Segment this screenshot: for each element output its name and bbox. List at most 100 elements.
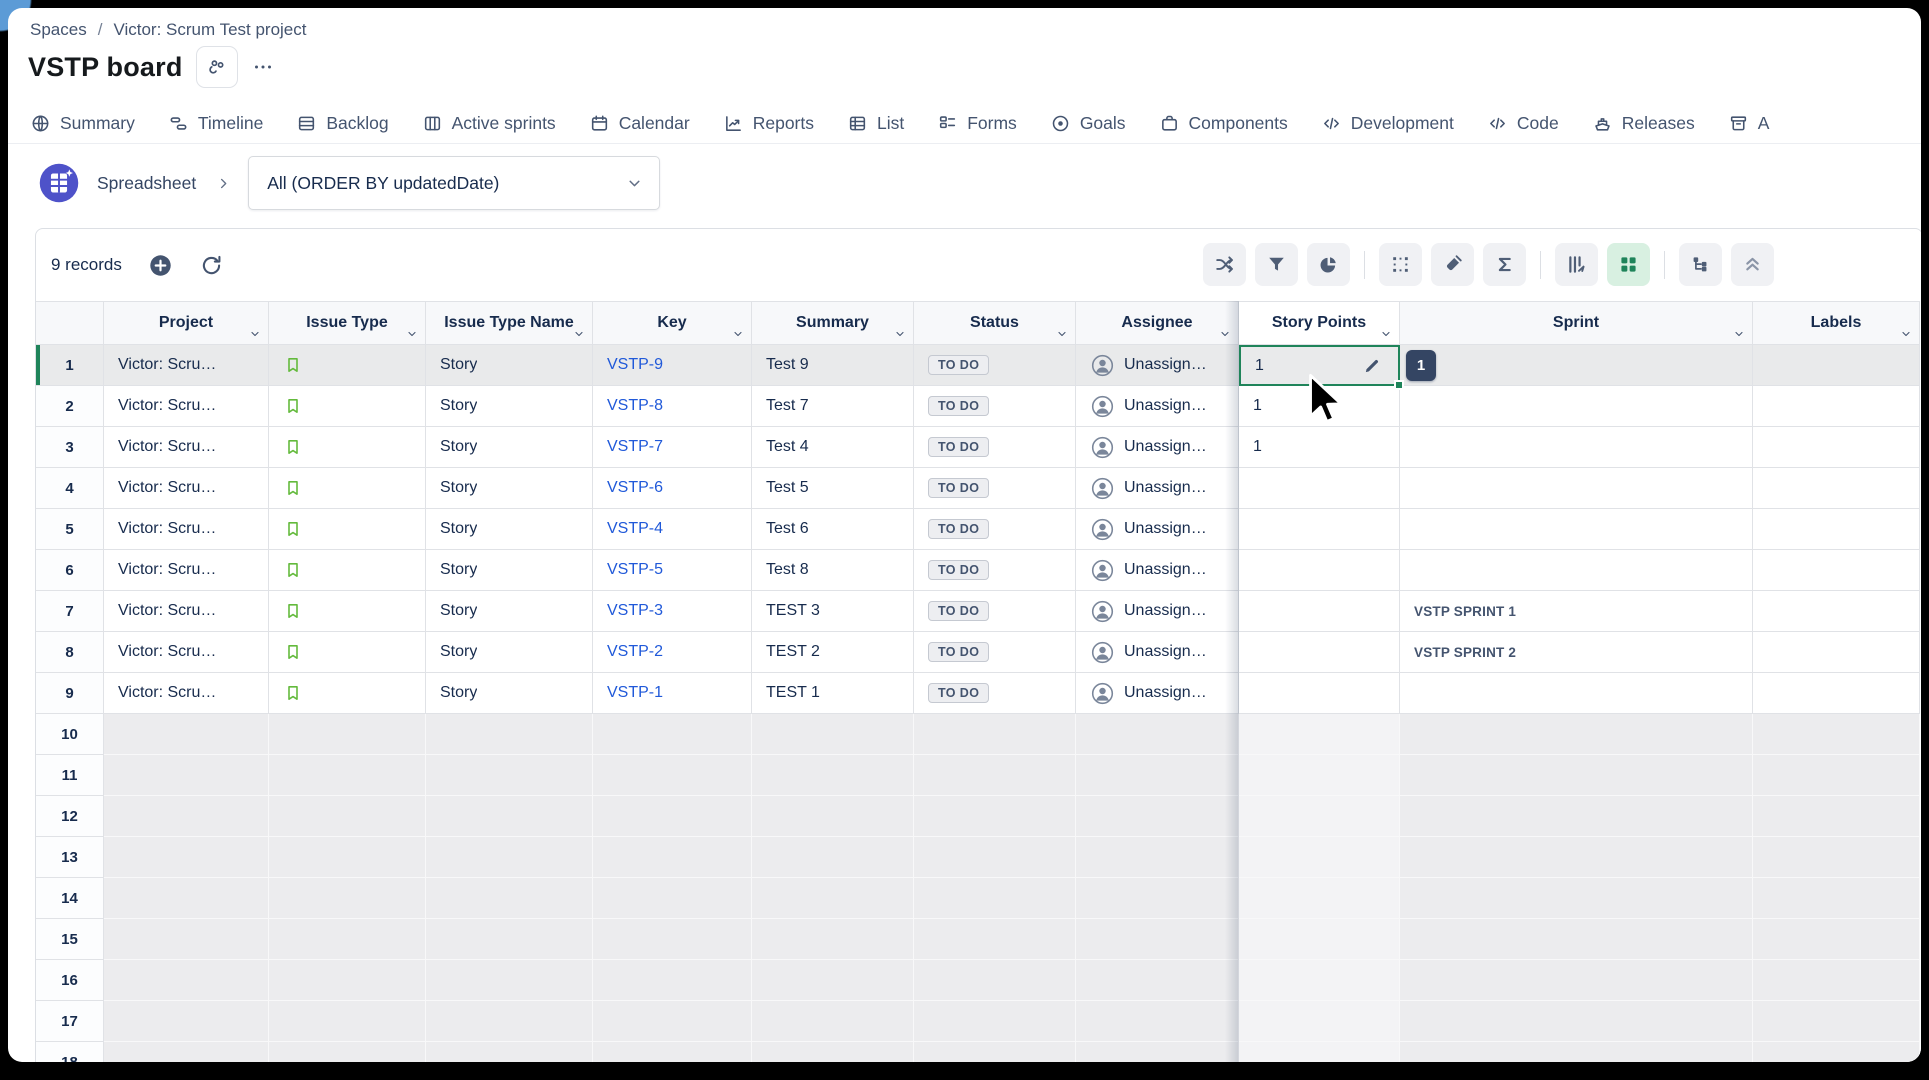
cell-summary-row-18[interactable] — [752, 1042, 914, 1062]
cell-issue_type-row-1[interactable] — [269, 345, 426, 386]
cell-assignee-row-9[interactable]: Unassign… — [1076, 673, 1239, 714]
cell-issue_type_name-row-14[interactable] — [426, 878, 593, 919]
cell-summary-row-16[interactable] — [752, 960, 914, 1001]
cell-summary-row-1[interactable]: Test 9 — [752, 345, 914, 386]
column-header-assignee[interactable]: Assignee — [1076, 301, 1239, 345]
cell-assignee-row-17[interactable] — [1076, 1001, 1239, 1042]
board-switcher-button[interactable] — [196, 46, 238, 88]
cell-status-row-17[interactable] — [914, 1001, 1076, 1042]
cell-issue_type_name-row-12[interactable] — [426, 796, 593, 837]
cell-labels-row-1[interactable] — [1753, 345, 1920, 386]
cell-sprint-row-11[interactable] — [1400, 755, 1753, 796]
column-header-project[interactable]: Project — [104, 301, 269, 345]
column-settings-button[interactable] — [1555, 243, 1598, 286]
cell-issue_type-row-11[interactable] — [269, 755, 426, 796]
hierarchy-button[interactable] — [1679, 243, 1722, 286]
issue-key-link[interactable]: VSTP-8 — [607, 397, 663, 415]
cell-sprint-row-9[interactable] — [1400, 673, 1753, 714]
selected-cell-story-points[interactable]: 1 — [1239, 345, 1400, 386]
cell-story_points-row-8[interactable] — [1239, 632, 1400, 673]
cell-assignee-row-4[interactable]: Unassign… — [1076, 468, 1239, 509]
cell-story_points-row-13[interactable] — [1239, 837, 1400, 878]
breadcrumb-spaces[interactable]: Spaces — [30, 20, 87, 40]
issue-key-link[interactable]: VSTP-4 — [607, 520, 663, 538]
cell-assignee-row-7[interactable]: Unassign… — [1076, 591, 1239, 632]
cell-labels-row-2[interactable] — [1753, 386, 1920, 427]
cell-sprint-row-4[interactable] — [1400, 468, 1753, 509]
cell-issue_type-row-3[interactable] — [269, 427, 426, 468]
tab-calendar[interactable]: Calendar — [589, 113, 690, 134]
tab-code[interactable]: Code — [1487, 113, 1559, 134]
cell-key-row-16[interactable] — [593, 960, 752, 1001]
cell-status-row-9[interactable]: TO DO — [914, 673, 1076, 714]
cell-issue_type_name-row-5[interactable]: Story — [426, 509, 593, 550]
grid-view-button[interactable] — [1607, 243, 1650, 286]
cell-key-row-1[interactable]: VSTP-9 — [593, 345, 752, 386]
cell-status-row-12[interactable] — [914, 796, 1076, 837]
cell-story_points-row-5[interactable] — [1239, 509, 1400, 550]
format-painter-button[interactable] — [1431, 243, 1474, 286]
column-header-summary[interactable]: Summary — [752, 301, 914, 345]
cell-key-row-17[interactable] — [593, 1001, 752, 1042]
cell-issue_type-row-8[interactable] — [269, 632, 426, 673]
cell-issue_type-row-16[interactable] — [269, 960, 426, 1001]
cell-issue_type-row-10[interactable] — [269, 714, 426, 755]
cell-project-row-14[interactable] — [104, 878, 269, 919]
cell-issue_type-row-14[interactable] — [269, 878, 426, 919]
cell-labels-row-4[interactable] — [1753, 468, 1920, 509]
cell-issue_type-row-13[interactable] — [269, 837, 426, 878]
cell-summary-row-9[interactable]: TEST 1 — [752, 673, 914, 714]
cell-assignee-row-5[interactable]: Unassign… — [1076, 509, 1239, 550]
tab-components[interactable]: Components — [1159, 113, 1288, 134]
tab-active-sprints[interactable]: Active sprints — [422, 113, 556, 134]
cell-issue_type_name-row-2[interactable]: Story — [426, 386, 593, 427]
cell-num-row-16[interactable]: 16 — [36, 960, 104, 1001]
cell-num-row-7[interactable]: 7 — [36, 591, 104, 632]
cell-key-row-12[interactable] — [593, 796, 752, 837]
cell-assignee-row-12[interactable] — [1076, 796, 1239, 837]
cell-status-row-2[interactable]: TO DO — [914, 386, 1076, 427]
view-selector[interactable]: All (ORDER BY updatedDate) — [248, 156, 660, 210]
cell-project-row-9[interactable]: Victor: Scru… — [104, 673, 269, 714]
cell-num-row-17[interactable]: 17 — [36, 1001, 104, 1042]
tab-goals[interactable]: Goals — [1050, 113, 1126, 134]
tab-timeline[interactable]: Timeline — [168, 113, 263, 134]
cell-summary-row-11[interactable] — [752, 755, 914, 796]
cell-status-row-3[interactable]: TO DO — [914, 427, 1076, 468]
filter-button[interactable] — [1255, 243, 1298, 286]
cell-project-row-5[interactable]: Victor: Scru… — [104, 509, 269, 550]
cell-labels-row-16[interactable] — [1753, 960, 1920, 1001]
cell-labels-row-10[interactable] — [1753, 714, 1920, 755]
issue-key-link[interactable]: VSTP-1 — [607, 684, 663, 702]
cell-issue_type_name-row-17[interactable] — [426, 1001, 593, 1042]
cell-num-row-14[interactable]: 14 — [36, 878, 104, 919]
cell-num-row-15[interactable]: 15 — [36, 919, 104, 960]
tab-forms[interactable]: Forms — [937, 113, 1017, 134]
cell-sprint-row-2[interactable] — [1400, 386, 1753, 427]
cell-labels-row-18[interactable] — [1753, 1042, 1920, 1062]
cell-story_points-row-10[interactable] — [1239, 714, 1400, 755]
cell-sprint-row-14[interactable] — [1400, 878, 1753, 919]
cell-key-row-2[interactable]: VSTP-8 — [593, 386, 752, 427]
cell-summary-row-5[interactable]: Test 6 — [752, 509, 914, 550]
cell-sprint-row-15[interactable] — [1400, 919, 1753, 960]
cell-status-row-18[interactable] — [914, 1042, 1076, 1062]
cell-labels-row-17[interactable] — [1753, 1001, 1920, 1042]
cell-labels-row-14[interactable] — [1753, 878, 1920, 919]
cell-issue_type_name-row-13[interactable] — [426, 837, 593, 878]
cell-assignee-row-1[interactable]: Unassign… — [1076, 345, 1239, 386]
cell-sprint-row-8[interactable]: VSTP SPRINT 2 — [1400, 632, 1753, 673]
cell-summary-row-12[interactable] — [752, 796, 914, 837]
cell-issue_type_name-row-15[interactable] — [426, 919, 593, 960]
cell-issue_type_name-row-16[interactable] — [426, 960, 593, 1001]
cell-key-row-7[interactable]: VSTP-3 — [593, 591, 752, 632]
cell-sprint-row-6[interactable] — [1400, 550, 1753, 591]
cell-labels-row-5[interactable] — [1753, 509, 1920, 550]
cell-key-row-8[interactable]: VSTP-2 — [593, 632, 752, 673]
cell-issue_type_name-row-1[interactable]: Story — [426, 345, 593, 386]
cell-summary-row-15[interactable] — [752, 919, 914, 960]
cell-issue_type-row-15[interactable] — [269, 919, 426, 960]
cell-story_points-row-14[interactable] — [1239, 878, 1400, 919]
cell-sprint-row-7[interactable]: VSTP SPRINT 1 — [1400, 591, 1753, 632]
column-header-issue_type[interactable]: Issue Type — [269, 301, 426, 345]
